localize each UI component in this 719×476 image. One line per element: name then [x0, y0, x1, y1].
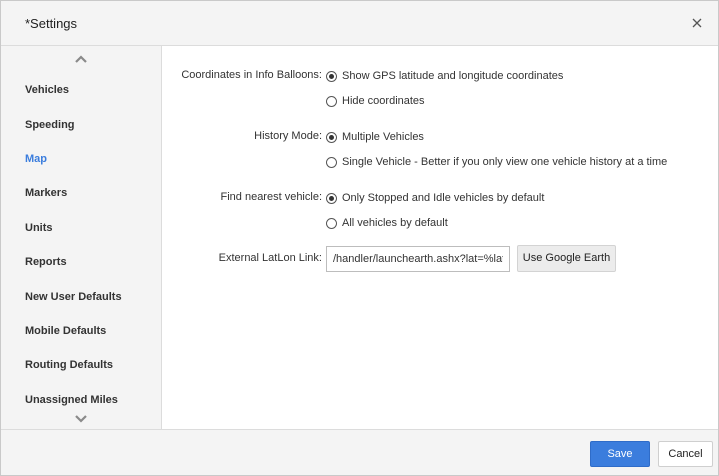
settings-sidebar: Vehicles Speeding Map Markers Units Repo… — [1, 46, 162, 429]
radio-button-selected[interactable] — [326, 70, 337, 82]
sidebar-item-unassigned-miles[interactable]: Unassigned Miles — [25, 391, 118, 409]
nearest-vehicle-label: Find nearest vehicle: — [220, 191, 323, 203]
sidebar-item-new-user-defaults[interactable]: New User Defaults — [25, 288, 122, 306]
chevron-down-icon[interactable] — [73, 413, 89, 425]
coordinates-label: Coordinates in Info Balloons: — [181, 69, 322, 81]
radio-multiple-vehicles[interactable]: Multiple Vehicles — [326, 130, 424, 144]
sidebar-item-units[interactable]: Units — [25, 219, 53, 237]
radio-label: Multiple Vehicles — [342, 131, 424, 143]
radio-button-selected[interactable] — [326, 192, 337, 204]
external-link-label: External LatLon Link: — [218, 252, 322, 264]
radio-label: Show GPS latitude and longitude coordina… — [342, 70, 564, 82]
sidebar-item-map[interactable]: Map — [25, 150, 47, 168]
history-mode-label: History Mode: — [254, 130, 322, 142]
radio-show-coordinates[interactable]: Show GPS latitude and longitude coordina… — [326, 69, 563, 83]
radio-stopped-idle[interactable]: Only Stopped and Idle vehicles by defaul… — [326, 191, 544, 205]
sidebar-item-routing-defaults[interactable]: Routing Defaults — [25, 356, 113, 374]
sidebar-item-mobile-defaults[interactable]: Mobile Defaults — [25, 322, 106, 340]
dialog-footer: Save Cancel — [1, 429, 718, 475]
radio-single-vehicle[interactable]: Single Vehicle - Better if you only view… — [326, 155, 667, 169]
radio-hide-coordinates[interactable]: Hide coordinates — [326, 94, 425, 108]
external-link-input[interactable] — [326, 246, 510, 272]
radio-label: Single Vehicle - Better if you only view… — [342, 156, 668, 168]
dialog-title: *Settings — [25, 16, 78, 31]
radio-label: Only Stopped and Idle vehicles by defaul… — [342, 192, 545, 204]
settings-dialog: *Settings Vehicles Speeding Map Markers … — [0, 0, 719, 476]
use-google-earth-button[interactable]: Use Google Earth — [517, 245, 616, 272]
radio-button[interactable] — [326, 156, 337, 168]
sidebar-item-vehicles[interactable]: Vehicles — [25, 81, 69, 99]
sidebar-item-markers[interactable]: Markers — [25, 184, 67, 202]
radio-button[interactable] — [326, 95, 337, 107]
settings-content: Coordinates in Info Balloons: Show GPS l… — [162, 46, 718, 429]
radio-button-selected[interactable] — [326, 131, 337, 143]
sidebar-item-speeding[interactable]: Speeding — [25, 116, 75, 134]
radio-all-vehicles[interactable]: All vehicles by default — [326, 216, 448, 230]
save-button[interactable]: Save — [590, 441, 650, 467]
sidebar-item-reports[interactable]: Reports — [25, 253, 67, 271]
radio-button[interactable] — [326, 217, 337, 229]
radio-label: Hide coordinates — [342, 95, 425, 107]
chevron-up-icon[interactable] — [73, 53, 89, 65]
close-icon[interactable] — [688, 14, 706, 32]
radio-label: All vehicles by default — [342, 217, 448, 229]
cancel-button[interactable]: Cancel — [658, 441, 713, 467]
dialog-titlebar: *Settings — [1, 1, 718, 46]
